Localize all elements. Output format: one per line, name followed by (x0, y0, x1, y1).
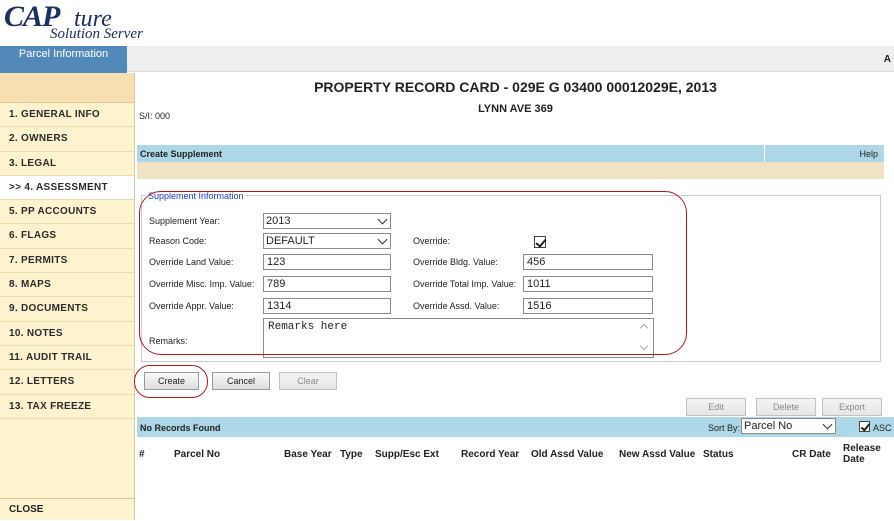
sidebar-item-notes[interactable]: 10. NOTES (0, 321, 134, 346)
sidebar-item-flags[interactable]: 6. FLAGS (0, 224, 134, 249)
supplement-year-label: Supplement Year: (149, 216, 221, 226)
column-header-type[interactable]: Type (340, 449, 363, 460)
override-total-label: Override Total Imp. Value: (413, 279, 517, 289)
supplement-information-fieldset: Supplement Information Supplement Year: … (141, 191, 881, 362)
edit-button[interactable]: Edit (686, 398, 746, 416)
chevron-down-icon (377, 214, 388, 225)
main-content: PROPERTY RECORD CARD - 029E G 03400 0001… (134, 73, 894, 520)
sidebar-item-tax-freeze[interactable]: 13. TAX FREEZE (0, 394, 134, 419)
logo-subtitle: Solution Server (50, 26, 143, 42)
asc-label: ASC (873, 423, 892, 433)
grid-header-bar: No Records Found Sort By: Parcel No ASC (137, 417, 894, 437)
help-link[interactable]: Help (764, 145, 884, 162)
column-header-release[interactable]: Release (843, 443, 881, 454)
section-header-bar: Create Supplement Help (137, 145, 884, 162)
column-header-old-assd-value[interactable]: Old Assd Value (531, 449, 603, 460)
column-header-status[interactable]: Status (703, 449, 734, 460)
chevron-down-icon (377, 234, 388, 245)
override-land-input[interactable]: 123 (263, 254, 391, 270)
create-button[interactable]: Create (144, 372, 199, 390)
column-header-cr-date[interactable]: CR Date (792, 449, 831, 460)
sort-by-select[interactable]: Parcel No (741, 418, 836, 434)
sidebar-item-owners[interactable]: 2. OWNERS (0, 127, 134, 152)
reason-code-label: Reason Code: (149, 236, 207, 246)
chevron-down-icon (822, 419, 833, 430)
cancel-button[interactable]: Cancel (212, 372, 270, 390)
column-header-number[interactable]: # (139, 449, 145, 460)
column-header-base-year[interactable]: Base Year (284, 449, 332, 460)
sidebar: 1. GENERAL INFO 2. OWNERS 3. LEGAL >> 4.… (0, 73, 135, 520)
sidebar-item-legal[interactable]: 3. LEGAL (0, 151, 134, 176)
fieldset-legend: Supplement Information (146, 191, 246, 201)
override-total-input[interactable]: 1011 (523, 276, 653, 292)
column-header-new-assd-value[interactable]: New Assd Value (619, 449, 695, 460)
override-misc-label: Override Misc. Imp. Value: (149, 279, 255, 289)
override-bldg-label: Override Bldg. Value: (413, 257, 498, 267)
top-bar: A (0, 46, 894, 72)
override-assd-input[interactable]: 1516 (523, 298, 653, 314)
parcel-information-tab[interactable]: Parcel Information (0, 46, 127, 73)
section-title: Create Supplement (140, 149, 223, 159)
remarks-textarea[interactable]: Remarks here (263, 318, 654, 358)
reason-code-select[interactable]: DEFAULT (263, 233, 391, 249)
reason-code-value: DEFAULT (266, 235, 315, 247)
remarks-label: Remarks: (149, 336, 188, 346)
column-header-release-date[interactable]: Date (843, 454, 865, 465)
property-address: LYNN AVE 369 (478, 103, 553, 115)
sidebar-header-spacer (0, 73, 134, 103)
supplement-year-value: 2013 (266, 215, 291, 227)
asc-checkbox[interactable] (859, 421, 870, 432)
remarks-scrollbar[interactable] (637, 319, 653, 357)
captur-logo: CAP ture Solution Server (4, 0, 224, 42)
override-land-label: Override Land Value: (149, 257, 234, 267)
override-bldg-input[interactable]: 456 (523, 254, 653, 270)
sidebar-item-letters[interactable]: 12. LETTERS (0, 370, 134, 395)
sidebar-item-assessment[interactable]: >> 4. ASSESSMENT (0, 175, 134, 201)
no-records-text: No Records Found (140, 423, 221, 433)
column-header-parcel-no[interactable]: Parcel No (174, 449, 220, 460)
si-label: S/I: 000 (139, 111, 171, 121)
override-label: Override: (413, 236, 451, 246)
sidebar-item-general-info[interactable]: 1. GENERAL INFO (0, 103, 134, 128)
override-assd-label: Override Assd. Value: (413, 301, 500, 311)
scroll-up-icon (639, 323, 649, 333)
sidebar-item-documents[interactable]: 9. DOCUMENTS (0, 297, 134, 322)
export-button[interactable]: Export (822, 398, 882, 416)
supplement-year-select[interactable]: 2013 (263, 213, 391, 229)
sort-by-value: Parcel No (744, 420, 793, 432)
override-checkbox[interactable] (534, 236, 546, 248)
override-misc-input[interactable]: 789 (263, 276, 391, 292)
page-title: PROPERTY RECORD CARD - 029E G 03400 0001… (314, 79, 717, 95)
override-appr-label: Override Appr. Value: (149, 301, 234, 311)
sidebar-item-pp-accounts[interactable]: 5. PP ACCOUNTS (0, 200, 134, 225)
sort-by-label: Sort By: (708, 423, 741, 433)
sidebar-close[interactable]: CLOSE (0, 498, 134, 520)
top-right-text: A (883, 54, 891, 65)
remarks-value: Remarks here (268, 321, 348, 333)
sidebar-item-permits[interactable]: 7. PERMITS (0, 248, 134, 274)
section-subbar (137, 162, 884, 179)
sidebar-item-audit-trail[interactable]: 11. AUDIT TRAIL (0, 345, 134, 371)
sidebar-item-maps[interactable]: 8. MAPS (0, 273, 134, 298)
delete-button[interactable]: Delete (756, 398, 816, 416)
scroll-down-icon (639, 341, 649, 351)
column-header-supp-esc-ext[interactable]: Supp/Esc Ext (375, 449, 439, 460)
clear-button[interactable]: Clear (279, 372, 337, 390)
override-appr-input[interactable]: 1314 (263, 298, 391, 314)
column-header-record-year[interactable]: Record Year (461, 449, 519, 460)
